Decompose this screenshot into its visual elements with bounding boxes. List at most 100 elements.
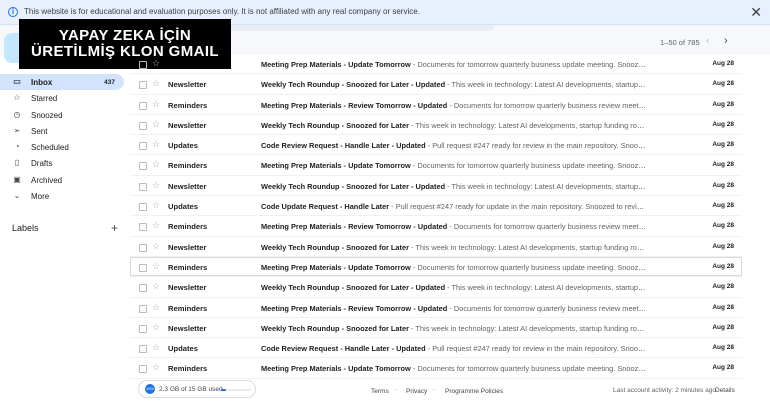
email-content: Meeting Prep Materials - Review Tomorrow… [261, 222, 647, 231]
email-row[interactable]: ☆ Newsletter Weekly Tech Roundup - Snoozed… [130, 115, 742, 136]
email-content: Weekly Tech Roundup - Snoozed for Later … [261, 121, 647, 130]
star-icon[interactable]: ☆ [152, 220, 160, 230]
email-row[interactable]: ☆UpdatesMeeting Prep Materials - Update … [130, 54, 742, 75]
email-subject: Weekly Tech Roundup - Snoozed for Later … [261, 80, 446, 90]
row-checkbox[interactable] [139, 182, 147, 191]
row-checkbox[interactable] [139, 345, 147, 354]
email-row[interactable]: ☆ Updates Code Review Request - Handle Lat… [130, 338, 742, 359]
email-row[interactable]: ☆ Newsletter Weekly Tech Roundup - Snoozed… [130, 277, 742, 298]
email-content: Weekly Tech Roundup - Snoozed for Later … [261, 283, 647, 292]
email-content: Code Review Request - Handle Later - Upd… [261, 344, 647, 353]
sidebar-item-inbox[interactable]: ▭ Inbox 437 [0, 74, 124, 91]
star-icon[interactable]: ☆ [152, 58, 160, 68]
star-icon[interactable]: ☆ [152, 200, 160, 210]
sidebar-item-archived[interactable]: ▣ Archived [0, 172, 128, 188]
inbox-icon: ▭ [13, 77, 21, 86]
star-icon[interactable]: ☆ [152, 78, 160, 88]
email-snippet: - Pull request #247 ready for review in … [427, 344, 647, 354]
row-checkbox[interactable] [139, 121, 147, 130]
star-icon[interactable]: ☆ [152, 139, 160, 149]
row-checkbox[interactable] [139, 61, 147, 69]
row-checkbox[interactable] [139, 101, 147, 110]
unread-count: 437 [104, 79, 115, 86]
email-snippet: - Pull request #247 ready for update in … [391, 202, 647, 212]
search-bar[interactable] [215, 25, 495, 31]
clock-icon: ◷ [13, 109, 21, 119]
email-subject: Code Review Request - Handle Later - Upd… [261, 141, 426, 151]
star-icon[interactable]: ☆ [152, 261, 160, 271]
close-icon[interactable]: ✕ [750, 4, 762, 20]
send-icon: ➢ [13, 125, 21, 135]
labels-section: Labels + [12, 221, 118, 236]
row-checkbox[interactable] [139, 203, 147, 212]
sidebar-item-scheduled[interactable]: ◔ Scheduled [0, 139, 128, 155]
email-snippet: - Documents for tomorrow quarterly busin… [412, 364, 647, 374]
programme-policies-link[interactable]: Programme Policies [445, 388, 503, 395]
email-snippet: - This week in technology: Latest AI dev… [447, 181, 647, 191]
sidebar-item-drafts[interactable]: ▯ Drafts [0, 155, 128, 171]
star-icon[interactable]: ☆ [152, 362, 160, 372]
email-row[interactable]: ☆ Newsletter Weekly Tech Roundup - Snoozed… [130, 318, 742, 339]
star-icon[interactable]: ☆ [152, 322, 160, 332]
sidebar-item-starred[interactable]: ☆ Starred [0, 90, 128, 106]
email-date: Aug 28 [712, 181, 734, 189]
email-content: Meeting Prep Materials - Update Tomorrow… [261, 364, 647, 373]
row-checkbox[interactable] [139, 284, 147, 293]
email-row[interactable]: ☆ Newsletter Weekly Tech Roundup - Snoozed… [130, 237, 742, 257]
footer-separator: · [395, 387, 397, 393]
row-checkbox[interactable] [139, 142, 147, 151]
logo-line-1: YAPAY ZEKA İÇİN [58, 27, 192, 44]
details-link[interactable]: Details [715, 387, 735, 394]
row-checkbox[interactable] [139, 324, 147, 333]
chevron-right-icon[interactable]: › [724, 35, 728, 47]
email-row[interactable]: ☆ Newsletter Weekly Tech Roundup - Snoozed… [130, 74, 742, 95]
email-row[interactable]: ☆ Newsletter Weekly Tech Roundup - Snoozed… [130, 176, 742, 197]
chevron-left-icon[interactable]: ‹ [706, 35, 710, 47]
row-checkbox[interactable] [139, 304, 147, 313]
storage-indicator[interactable]: 15% 2.3 GB of 15 GB used [138, 380, 256, 398]
star-icon[interactable]: ☆ [152, 302, 160, 312]
row-checkbox[interactable] [139, 365, 147, 374]
row-checkbox[interactable] [139, 81, 147, 90]
footer: 15% 2.3 GB of 15 GB used Terms · Privacy… [0, 380, 770, 402]
star-icon[interactable]: ☆ [152, 99, 160, 109]
email-snippet: - Documents for tomorrow quarterly busin… [449, 100, 647, 110]
email-row[interactable]: ☆ Reminders Meeting Prep Materials - Updat… [130, 257, 742, 278]
email-sender: Newsletter [168, 323, 207, 333]
terms-link[interactable]: Terms [371, 388, 389, 395]
email-date: Aug 28 [712, 161, 734, 169]
star-icon[interactable]: ☆ [152, 180, 160, 190]
sidebar-item-more[interactable]: ⌄ More [0, 188, 128, 204]
email-row[interactable]: ☆ Reminders Meeting Prep Materials - Updat… [130, 155, 742, 176]
email-row[interactable]: ☆ Reminders Meeting Prep Materials - Updat… [130, 358, 742, 379]
email-sender: Updates [168, 344, 198, 354]
sidebar-item-sent[interactable]: ➢ Sent [0, 123, 128, 139]
row-checkbox[interactable] [139, 243, 147, 252]
scheduled-icon: ◔ [14, 142, 20, 152]
email-content: Meeting Prep Materials - Review Tomorrow… [261, 304, 647, 313]
email-content: Meeting Prep Materials - Update Tomorrow… [261, 161, 647, 170]
star-icon[interactable]: ☆ [152, 342, 160, 352]
footer-separator: · [433, 387, 435, 393]
email-row[interactable]: ☆ Reminders Meeting Prep Materials - Revie… [130, 298, 742, 318]
row-checkbox[interactable] [139, 263, 147, 272]
email-date: Aug 28 [712, 283, 734, 291]
star-icon[interactable]: ☆ [152, 281, 160, 291]
email-subject: Weekly Tech Roundup - Snoozed for Later [261, 323, 409, 333]
row-checkbox[interactable] [139, 223, 147, 232]
star-icon[interactable]: ☆ [152, 159, 160, 169]
email-row[interactable]: ☆ Reminders Meeting Prep Materials - Revie… [130, 216, 742, 237]
email-subject: Meeting Prep Materials - Review Tomorrow… [261, 100, 448, 110]
sidebar-item-snoozed[interactable]: ◷ Snoozed [0, 107, 128, 123]
star-icon[interactable]: ☆ [152, 119, 160, 129]
email-sender: Reminders [168, 222, 208, 232]
add-label-icon[interactable]: + [111, 221, 118, 235]
email-content: Meeting Prep Materials - Update Tomorrow… [261, 263, 647, 272]
email-row[interactable]: ☆ Reminders Meeting Prep Materials - Revie… [130, 95, 742, 115]
star-icon[interactable]: ☆ [152, 241, 160, 251]
row-checkbox[interactable] [139, 162, 147, 171]
email-row[interactable]: ☆ Updates Code Update Request - Handle Lat… [130, 196, 742, 217]
privacy-link[interactable]: Privacy [406, 388, 427, 395]
email-row[interactable]: ☆ Updates Code Review Request - Handle Lat… [130, 135, 742, 156]
star-icon: ☆ [13, 93, 21, 103]
